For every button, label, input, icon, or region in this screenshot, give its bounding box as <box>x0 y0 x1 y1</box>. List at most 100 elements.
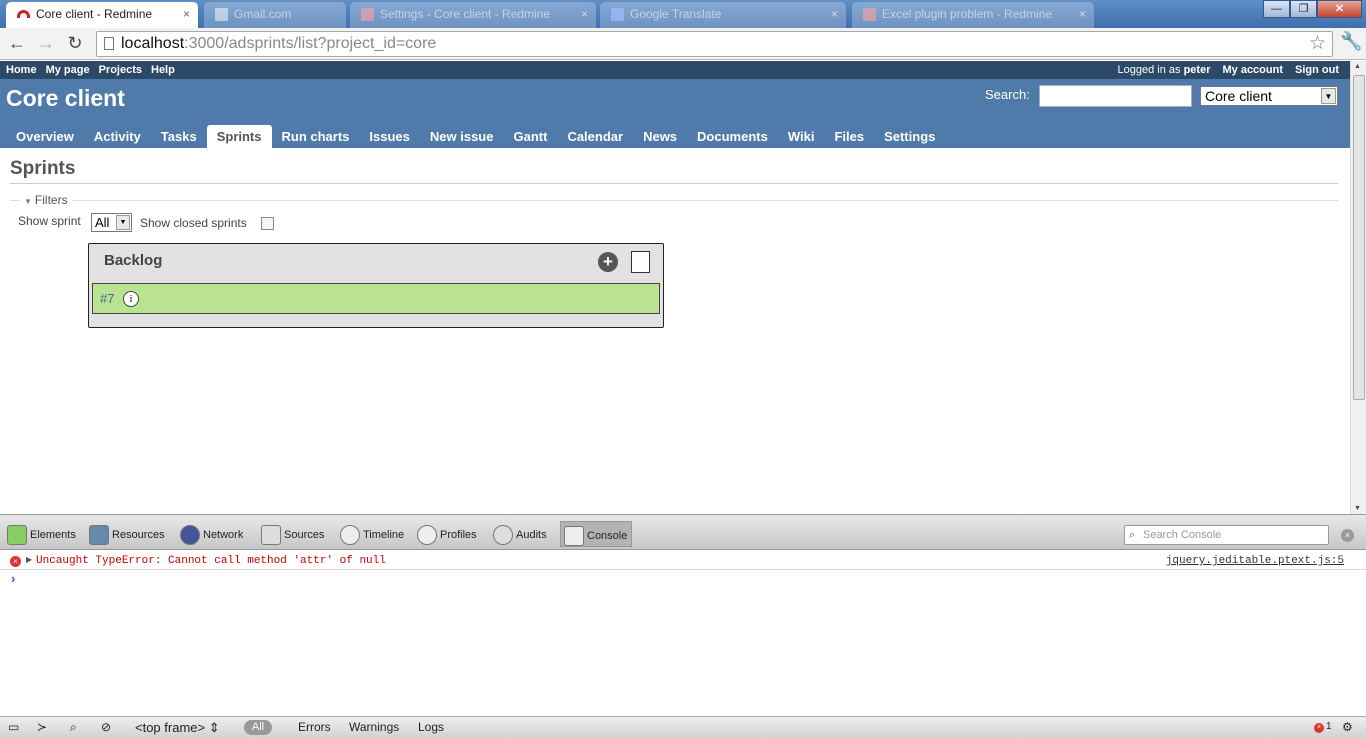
tab-run-charts[interactable]: Run charts <box>272 125 360 148</box>
minimize-button[interactable]: — <box>1263 0 1290 18</box>
back-button[interactable]: ← <box>6 32 28 54</box>
address-bar[interactable]: localhost:3000/adsprints/list?project_id… <box>96 31 1333 57</box>
reload-button[interactable]: ↻ <box>64 32 86 54</box>
top-menu-my-account[interactable]: My account <box>1222 61 1283 79</box>
frame-select-value: <top frame> <box>135 720 206 735</box>
error-icon: × <box>10 556 21 567</box>
browser-tab-active[interactable]: Core client - Redmine × <box>6 2 198 28</box>
devtools-tab-elements[interactable]: Elements <box>4 521 76 547</box>
search-label: Search: <box>985 87 1030 102</box>
tab-documents[interactable]: Documents <box>687 125 778 148</box>
tab-files[interactable]: Files <box>824 125 874 148</box>
tab-activity[interactable]: Activity <box>84 125 151 148</box>
error-icon: × <box>1314 723 1324 733</box>
project-select-value: Core client <box>1205 88 1272 104</box>
devtools-tab-timeline[interactable]: Timeline <box>337 521 404 547</box>
browser-tab[interactable]: Excel plugin problem - Redmine × <box>852 2 1094 28</box>
wrench-icon[interactable]: 🔧 <box>1340 31 1362 52</box>
issue-number-link[interactable]: #7 <box>100 291 114 306</box>
add-icon[interactable]: + <box>598 252 618 272</box>
tab-gantt[interactable]: Gantt <box>503 125 557 148</box>
tab-calendar[interactable]: Calendar <box>557 125 633 148</box>
scroll-up-icon[interactable]: ▲ <box>1354 63 1361 70</box>
tab-news[interactable]: News <box>633 125 687 148</box>
forward-button[interactable]: → <box>35 32 57 54</box>
frame-select[interactable]: <top frame> ⇕ <box>135 720 220 736</box>
tab-tasks[interactable]: Tasks <box>151 125 207 148</box>
audits-icon <box>493 525 513 545</box>
mail-favicon-icon <box>215 8 228 21</box>
tab-title: Google Translate <box>630 7 722 21</box>
scrollbar-thumb[interactable] <box>1353 75 1365 400</box>
browser-tab[interactable]: Google Translate × <box>600 2 846 28</box>
tab-close-icon[interactable]: × <box>831 2 838 26</box>
settings-gear-icon[interactable]: ⚙ <box>1342 720 1353 734</box>
search-input[interactable] <box>1039 85 1192 107</box>
devtools-tab-console[interactable]: Console <box>560 521 632 547</box>
devtools-tab-resources[interactable]: Resources <box>86 521 165 547</box>
tab-close-icon[interactable]: × <box>581 2 588 26</box>
user-link[interactable]: peter <box>1184 64 1211 76</box>
browser-toolbar: ← → ↻ localhost:3000/adsprints/list?proj… <box>0 28 1366 60</box>
error-source-link[interactable]: jquery.jeditable.ptext.js:5 <box>1166 555 1344 567</box>
chevron-down-icon: ▼ <box>1321 88 1336 104</box>
devtools-tab-label: Resources <box>112 529 165 541</box>
show-console-icon[interactable]: ≻ <box>37 720 47 734</box>
page-scrollbar[interactable]: ▲ ▼ <box>1350 61 1366 514</box>
top-menu-help[interactable]: Help <box>151 61 175 79</box>
issue-item[interactable]: #7 i <box>92 283 660 314</box>
project-header: Core client Search: Core client ▼ Overvi… <box>0 79 1350 148</box>
redmine-favicon-icon <box>361 8 374 21</box>
filters-toggle[interactable]: ▼ Filters <box>20 193 72 207</box>
devtools-tab-label: Audits <box>516 529 547 541</box>
error-count-badge[interactable]: × 1 <box>1314 721 1332 733</box>
filter-errors-button[interactable]: Errors <box>298 720 331 734</box>
network-icon <box>180 525 200 545</box>
filters-label: Filters <box>34 193 68 207</box>
tab-sprints[interactable]: Sprints <box>206 125 272 148</box>
devtools-tab-label: Elements <box>30 529 76 541</box>
devtools-tab-audits[interactable]: Audits <box>490 521 547 547</box>
console-error-row: × ▶ Uncaught TypeError: Cannot call meth… <box>0 552 1366 570</box>
top-menu-sign-out[interactable]: Sign out <box>1295 61 1339 79</box>
tab-close-icon[interactable]: × <box>183 2 190 26</box>
filter-all-button[interactable]: All <box>244 720 272 735</box>
tab-wiki[interactable]: Wiki <box>778 125 825 148</box>
devtools-tab-network[interactable]: Network <box>177 521 243 547</box>
maximize-button[interactable]: ❐ <box>1290 0 1317 18</box>
devtools-tab-profiles[interactable]: Profiles <box>414 521 477 547</box>
clear-console-icon[interactable]: ⊘ <box>101 720 111 734</box>
dock-icon[interactable]: ▭ <box>8 720 19 734</box>
search-console-input[interactable]: ⌕ Search Console <box>1124 525 1329 545</box>
filter-warnings-button[interactable]: Warnings <box>349 720 399 734</box>
search-icon[interactable]: ⌕ <box>70 720 77 735</box>
top-menu-left: Home My page Projects Help <box>6 61 175 79</box>
bookmark-star-icon[interactable]: ☆ <box>1309 32 1326 56</box>
show-closed-sprints-checkbox[interactable] <box>261 217 274 230</box>
expand-triangle-icon[interactable]: ▶ <box>26 555 32 564</box>
translate-favicon-icon <box>611 8 624 21</box>
new-document-icon[interactable] <box>631 251 650 273</box>
devtools-tab-sources[interactable]: Sources <box>258 521 324 547</box>
tab-overview[interactable]: Overview <box>6 125 84 148</box>
info-icon[interactable]: i <box>123 291 139 307</box>
browser-tab[interactable]: Settings - Core client - Redmine × <box>350 2 596 28</box>
tab-close-icon[interactable]: × <box>1079 2 1086 26</box>
search-console-placeholder: Search Console <box>1143 529 1222 541</box>
top-menu-projects[interactable]: Projects <box>99 61 142 79</box>
console-prompt[interactable]: › <box>11 571 15 586</box>
filter-logs-button[interactable]: Logs <box>418 720 444 734</box>
tab-issues[interactable]: Issues <box>359 125 419 148</box>
top-menu-home[interactable]: Home <box>6 61 37 79</box>
tab-settings[interactable]: Settings <box>874 125 945 148</box>
project-jump-select[interactable]: Core client ▼ <box>1200 86 1338 106</box>
devtools-tab-label: Sources <box>284 529 325 541</box>
devtools-close-icon[interactable]: × <box>1341 529 1354 542</box>
top-menu-my-page[interactable]: My page <box>46 61 90 79</box>
show-sprint-select[interactable]: All ▼ <box>91 213 132 232</box>
heading-divider <box>10 183 1338 184</box>
tab-new-issue[interactable]: New issue <box>420 125 504 148</box>
window-close-button[interactable]: ✕ <box>1317 0 1362 18</box>
browser-tab[interactable]: Gmail.com <box>204 2 346 28</box>
scroll-down-icon[interactable]: ▼ <box>1354 505 1361 512</box>
